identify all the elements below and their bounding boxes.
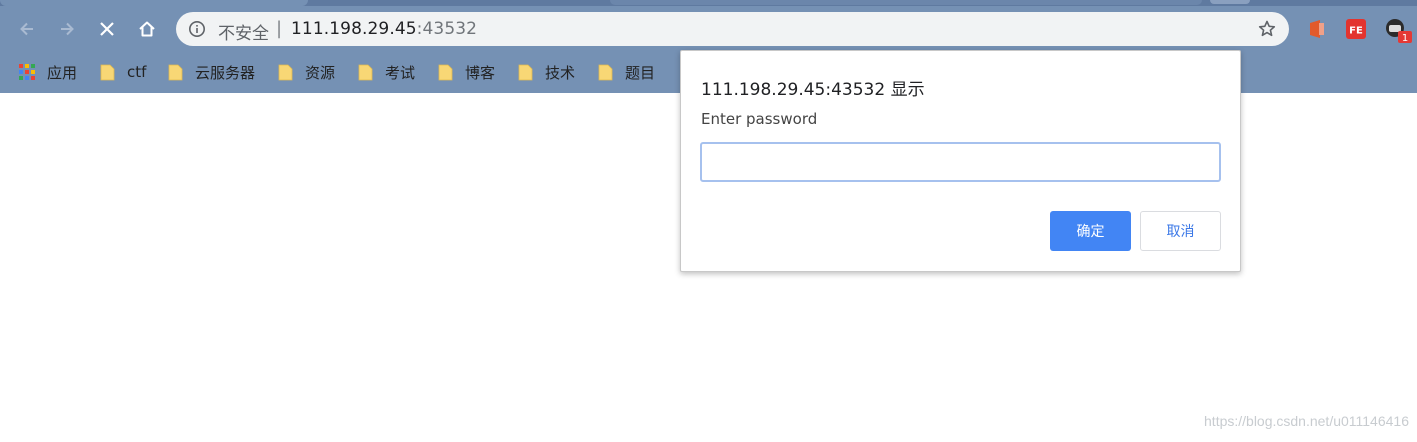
bookmark-folder-ctf[interactable]: ctf: [100, 61, 146, 83]
arrow-left-icon: [20, 22, 33, 36]
password-input[interactable]: [700, 142, 1221, 182]
tab-inactive[interactable]: [1210, 0, 1250, 4]
folder-icon: [168, 64, 183, 80]
bookmark-label: 考试: [385, 63, 416, 82]
fe-label: FE: [1349, 26, 1363, 37]
bookmark-apps[interactable]: 应用: [19, 61, 77, 83]
bookmark-label: 云服务器: [195, 63, 256, 82]
badge-count: 1: [1402, 33, 1408, 44]
info-icon[interactable]: [188, 20, 206, 38]
address-bar[interactable]: 不安全 | 111.198.29.45:43532: [176, 12, 1289, 46]
tab-active[interactable]: [0, 0, 308, 6]
bookmark-folder-exam[interactable]: 考试: [358, 61, 415, 83]
arrow-right-icon: [61, 22, 74, 36]
folder-icon: [518, 64, 533, 80]
url-host: 111.198.29.45: [291, 19, 417, 39]
dialog-message: Enter password: [701, 110, 818, 128]
bookmark-label: 应用: [47, 63, 78, 82]
bookmark-label: ctf: [127, 63, 147, 81]
bookmark-label: 技术: [545, 63, 576, 82]
star-icon[interactable]: [1257, 19, 1277, 39]
tab-inactive[interactable]: [610, 0, 1202, 5]
omnibox-separator: |: [276, 18, 283, 39]
bookmark-folder-problems[interactable]: 题目: [598, 61, 655, 83]
bookmark-folder-blog[interactable]: 博客: [438, 61, 495, 83]
folder-icon: [598, 64, 613, 80]
bookmark-folder-resources[interactable]: 资源: [278, 61, 335, 83]
watermark: https://blog.csdn.net/u011146416: [1204, 413, 1409, 429]
folder-icon: [438, 64, 453, 80]
close-icon: [100, 22, 114, 36]
fe-extension-icon[interactable]: FE: [1345, 18, 1367, 40]
stop-button[interactable]: [92, 14, 122, 44]
bookmark-label: 资源: [305, 63, 336, 82]
office-extension-icon[interactable]: [1306, 18, 1328, 40]
apps-grid-icon: [19, 64, 35, 80]
dialog-title: 111.198.29.45:43532 显示: [701, 80, 925, 100]
folder-icon: [358, 64, 373, 80]
bookmark-folder-tech[interactable]: 技术: [518, 61, 575, 83]
cancel-button[interactable]: 取消: [1140, 211, 1221, 251]
forward-button[interactable]: [52, 14, 82, 44]
ok-button[interactable]: 确定: [1050, 211, 1131, 251]
bookmark-label: 博客: [465, 63, 496, 82]
bookmark-label: 题目: [625, 63, 656, 82]
url-port: :43532: [416, 19, 478, 39]
prompt-dialog: 111.198.29.45:43532 显示 Enter password 确定…: [680, 50, 1241, 272]
back-button[interactable]: [12, 14, 42, 44]
security-label[interactable]: 不安全: [218, 19, 269, 44]
folder-icon: [100, 64, 115, 80]
extension-with-badge-icon[interactable]: 1: [1385, 18, 1412, 44]
bookmark-folder-cloud-server[interactable]: 云服务器: [168, 61, 255, 83]
home-button[interactable]: [132, 14, 162, 44]
folder-icon: [278, 64, 293, 80]
home-icon: [139, 21, 155, 37]
url-text[interactable]: 111.198.29.45:43532: [291, 19, 477, 39]
